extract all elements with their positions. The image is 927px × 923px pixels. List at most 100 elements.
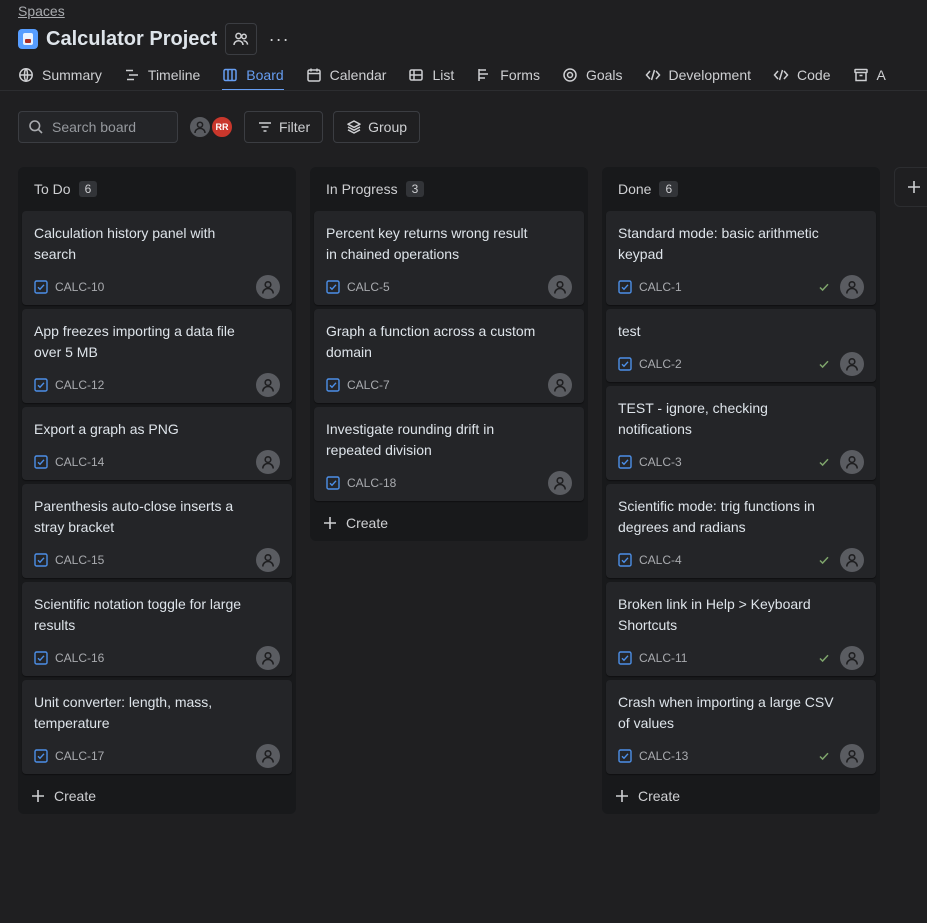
issue-card[interactable]: Unit converter: length, mass, temperatur… [22,680,292,774]
issue-card[interactable]: Export a graph as PNG CALC-14 [22,407,292,480]
assignee-avatar[interactable] [840,450,864,474]
tab-list[interactable]: List [408,62,454,88]
tab-a[interactable]: A [853,62,886,88]
issue-card[interactable]: Scientific mode: trig functions in degre… [606,484,876,578]
issue-card[interactable]: test CALC-2 [606,309,876,382]
task-type-icon [326,378,340,392]
search-input[interactable]: Search board [18,111,178,143]
tab-code[interactable]: Code [773,62,831,88]
issue-key[interactable]: CALC-13 [639,749,688,763]
tab-board[interactable]: Board [222,62,285,90]
breadcrumb[interactable]: Spaces [18,3,65,19]
plus-icon [32,790,44,802]
issue-key[interactable]: CALC-12 [55,378,104,392]
issue-footer: CALC-4 [618,542,864,578]
issue-card[interactable]: Standard mode: basic arithmetic keypad CA… [606,211,876,305]
task-type-icon [618,553,632,567]
user-icon [846,357,858,371]
calendar-icon [306,68,321,82]
issue-key[interactable]: CALC-1 [639,280,682,294]
assignee-avatar[interactable] [840,744,864,768]
done-check-icon [819,360,829,369]
user-icon [554,280,566,294]
create-issue-button[interactable]: Create [310,505,588,541]
issue-card[interactable]: Broken link in Help > Keyboard Shortcuts… [606,582,876,676]
assignee-avatar[interactable] [840,548,864,572]
issue-title: Unit converter: length, mass, temperatur… [34,694,213,731]
issue-key[interactable]: CALC-3 [639,455,682,469]
issue-card[interactable]: Calculation history panel with search CAL… [22,211,292,305]
issue-key[interactable]: CALC-17 [55,749,104,763]
create-issue-button[interactable]: Create [18,778,296,814]
tab-forms[interactable]: Forms [476,62,540,88]
user-icon [554,378,566,392]
user-icon [194,121,206,134]
assignee-avatar[interactable] [548,275,572,299]
team-button[interactable] [225,23,258,55]
issue-footer: CALC-2 [618,346,864,382]
issue-key[interactable]: CALC-16 [55,651,104,665]
issue-key[interactable]: CALC-18 [347,476,396,490]
group-label: Group [368,119,408,135]
issue-card[interactable]: App freezes importing a data file over 5… [22,309,292,403]
tab-label: Development [668,67,752,83]
avatar[interactable] [188,115,212,139]
issue-footer: CALC-11 [618,640,864,676]
user-icon [846,651,858,665]
issue-key[interactable]: CALC-10 [55,280,104,294]
issue-card[interactable]: Investigate rounding drift in repeated d… [314,407,584,501]
tab-goals[interactable]: Goals [562,62,623,88]
assignee-avatar[interactable] [548,373,572,397]
tab-calendar[interactable]: Calendar [306,62,387,88]
assignee-avatar[interactable] [256,450,280,474]
task-type-icon [618,749,632,763]
column-in-progress: In Progress 3 Percent key returns wrong re… [310,167,588,541]
add-column-button[interactable] [894,167,927,207]
tab-summary[interactable]: Summary [18,62,102,88]
task-type-icon [326,476,340,490]
tab-label: A [876,67,886,83]
tab-development[interactable]: Development [645,62,752,88]
search-placeholder: Search board [52,119,137,135]
issue-key[interactable]: CALC-4 [639,553,682,567]
issue-key[interactable]: CALC-5 [347,280,390,294]
tab-timeline[interactable]: Timeline [124,62,200,88]
project-tabs: Summary Timeline Board Calendar List Forms Goa… [18,62,927,90]
issue-card[interactable]: Graph a function across a custom domain C… [314,309,584,403]
assignee-avatar[interactable] [256,646,280,670]
tab-label: Calendar [329,67,387,83]
issue-card[interactable]: Crash when importing a large CSV of valu… [606,680,876,774]
issue-title: Parenthesis auto-close inserts a stray b… [34,498,234,535]
user-icon [262,280,274,294]
issue-key[interactable]: CALC-15 [55,553,104,567]
more-actions-button[interactable]: ··· [267,27,291,51]
globe-icon [19,68,33,82]
create-issue-button[interactable]: Create [602,778,880,814]
user-icon [262,651,274,665]
done-check-icon [819,283,829,292]
issue-key[interactable]: CALC-2 [639,357,682,371]
assignee-avatar[interactable] [256,373,280,397]
assignee-avatar[interactable] [840,352,864,376]
filter-button[interactable]: Filter [244,111,324,143]
assignee-avatar[interactable] [548,471,572,495]
issue-key[interactable]: CALC-11 [639,651,687,665]
assignee-avatar[interactable] [256,548,280,572]
issue-card[interactable]: Parenthesis auto-close inserts a stray b… [22,484,292,578]
assignee-avatar[interactable] [256,275,280,299]
user-icon [262,455,274,469]
avatar-rr[interactable]: RR [210,115,234,139]
issue-card[interactable]: Percent key returns wrong result in chai… [314,211,584,305]
assignee-avatar[interactable] [840,275,864,299]
issue-card[interactable]: TEST - ignore, checking notifications CAL… [606,386,876,480]
task-type-icon [34,553,48,567]
group-button[interactable]: Group [333,111,421,143]
issue-card[interactable]: Scientific notation toggle for large res… [22,582,292,676]
task-type-icon [34,378,48,392]
issue-title: Percent key returns wrong result in chai… [326,225,528,262]
assignee-avatar[interactable] [256,744,280,768]
issue-key[interactable]: CALC-7 [347,378,390,392]
issue-key[interactable]: CALC-14 [55,455,104,469]
assignee-avatar[interactable] [840,646,864,670]
column-header: To Do 6 [18,167,296,211]
